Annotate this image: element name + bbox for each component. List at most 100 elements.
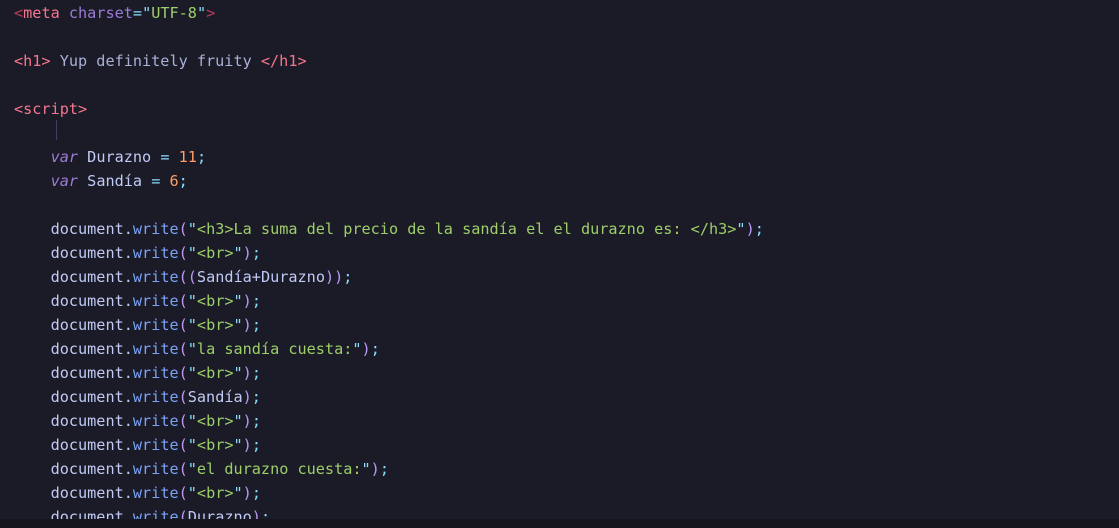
expr-operand-right: Durazno [260, 268, 325, 286]
quote-close: " [233, 244, 243, 262]
attribute-charset: charset [68, 4, 133, 22]
variable-durazno: Durazno [87, 148, 152, 166]
quote-open: " [187, 484, 197, 502]
code-line-document-write[interactable]: document.write("<br>"); [0, 361, 1119, 385]
string-argument: <br> [196, 244, 234, 262]
object-document: document [50, 340, 124, 358]
code-line-script-open[interactable]: <script> [0, 97, 1119, 121]
code-line-document-write[interactable]: document.write("<br>"); [0, 409, 1119, 433]
expr-paren-open: ( [187, 268, 197, 286]
string-argument: <br> [196, 364, 234, 382]
method-write: write [132, 268, 179, 286]
code-line-blank[interactable] [0, 73, 1119, 97]
quote-open: " [187, 364, 197, 382]
paren-close: ) [745, 220, 755, 238]
object-document: document [50, 292, 124, 310]
code-line-document-write[interactable]: document.write("<br>"); [0, 289, 1119, 313]
tag-h1-open: <h1> [14, 52, 51, 70]
quote-close: " [736, 220, 746, 238]
dot-operator: . [123, 244, 133, 262]
dot-operator: . [123, 220, 133, 238]
paren-close: ) [242, 436, 252, 454]
quote-open: " [142, 4, 152, 22]
paren-close: ) [242, 364, 252, 382]
code-line-var-sandia[interactable]: var Sandía = 6; [0, 169, 1119, 193]
code-line-var-durazno[interactable]: var Durazno = 11; [0, 145, 1119, 169]
paren-open: ( [178, 340, 188, 358]
code-line-document-write[interactable]: document.write("<br>"); [0, 481, 1119, 505]
quote-open: " [187, 340, 197, 358]
object-document: document [50, 412, 124, 430]
object-document: document [50, 220, 124, 238]
semicolon: ; [251, 484, 261, 502]
semicolon: ; [251, 364, 261, 382]
paren-close: ) [242, 484, 252, 502]
h1-text-content: Yup definitely fruity [50, 52, 261, 70]
quote-close: " [196, 4, 207, 22]
method-write: write [132, 340, 179, 358]
semicolon: ; [196, 148, 207, 166]
quote-close: " [233, 292, 243, 310]
quote-open: " [187, 460, 197, 478]
semicolon: ; [178, 172, 188, 190]
code-line-document-write[interactable]: document.write(Sandía); [0, 385, 1119, 409]
method-write: write [132, 460, 179, 478]
method-write: write [132, 292, 179, 310]
status-bar[interactable] [0, 519, 1119, 528]
code-line-document-write[interactable]: document.write("<br>"); [0, 433, 1119, 457]
code-line-blank[interactable] [0, 193, 1119, 217]
code-line-meta[interactable]: <meta charset="UTF-8"> [0, 1, 1119, 25]
code-line-document-write[interactable]: document.write("<br>"); [0, 313, 1119, 337]
code-line-blank[interactable] [0, 121, 1119, 145]
semicolon: ; [251, 436, 261, 454]
variable-sandia: Sandía [87, 172, 143, 190]
number-literal: 11 [178, 148, 197, 166]
code-line-document-write[interactable]: document.write("<br>"); [0, 241, 1119, 265]
code-editor[interactable]: <meta charset="UTF-8"> <h1> Yup definite… [0, 0, 1119, 528]
dot-operator: . [123, 412, 133, 430]
code-line-h1[interactable]: <h1> Yup definitely fruity </h1> [0, 49, 1119, 73]
paren-open: ( [178, 220, 188, 238]
paren-open: ( [178, 460, 188, 478]
method-write: write [132, 484, 179, 502]
code-line-document-write[interactable]: document.write("<h3>La suma del precio d… [0, 217, 1119, 241]
dot-operator: . [123, 316, 133, 334]
quote-open: " [187, 220, 197, 238]
dot-operator: . [123, 460, 133, 478]
attribute-value-utf8: UTF-8 [151, 4, 197, 22]
paren-close: ) [361, 340, 371, 358]
method-write: write [132, 388, 179, 406]
angle-bracket-close: > [206, 4, 216, 22]
semicolon: ; [370, 340, 380, 358]
code-line-document-write[interactable]: document.write((Sandía+Durazno)); [0, 265, 1119, 289]
paren-open: ( [178, 364, 188, 382]
code-line-blank[interactable] [0, 25, 1119, 49]
string-argument: <br> [196, 316, 234, 334]
semicolon: ; [251, 316, 261, 334]
document-write-block[interactable]: document.write("<h3>La suma del precio d… [0, 217, 1119, 528]
method-write: write [132, 436, 179, 454]
paren-close: ) [242, 244, 252, 262]
method-write: write [132, 220, 179, 238]
tag-script-open: <script> [14, 100, 88, 118]
dot-operator: . [123, 268, 133, 286]
expr-paren-close: ) [324, 268, 335, 286]
code-line-document-write[interactable]: document.write("la sandía cuesta:"); [0, 337, 1119, 361]
method-write: write [132, 316, 179, 334]
code-line-document-write[interactable]: document.write("el durazno cuesta:"); [0, 457, 1119, 481]
quote-open: " [187, 316, 197, 334]
paren-close: ) [370, 460, 380, 478]
semicolon: ; [251, 292, 261, 310]
object-document: document [50, 388, 124, 406]
dot-operator: . [123, 292, 133, 310]
object-document: document [50, 484, 124, 502]
code-content[interactable]: <meta charset="UTF-8"> <h1> Yup definite… [0, 0, 1119, 528]
assign-operator: = [160, 148, 170, 166]
dot-operator: . [123, 436, 133, 454]
quote-close: " [352, 340, 362, 358]
object-document: document [50, 460, 124, 478]
number-literal: 6 [169, 172, 179, 190]
paren-close: ) [242, 388, 252, 406]
string-argument: <br> [196, 412, 234, 430]
semicolon: ; [754, 220, 764, 238]
